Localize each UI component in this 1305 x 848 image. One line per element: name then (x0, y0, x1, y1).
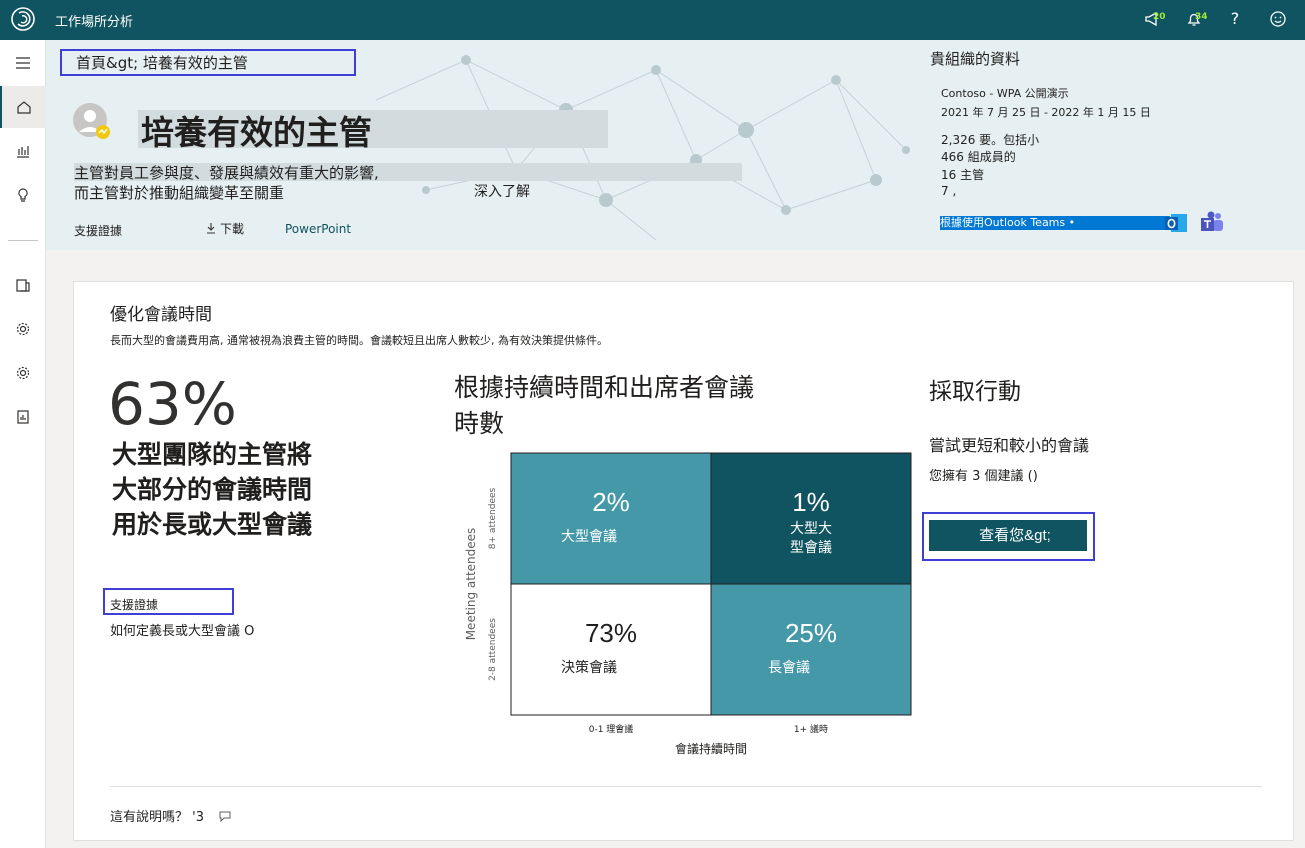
y-tick-label: 8+ attendees (488, 487, 498, 549)
cell-percentage: 2% (592, 487, 630, 517)
cell-label: 大型大 (790, 521, 832, 537)
y-axis-label: Meeting attendees (464, 528, 478, 641)
org-stat-3: 16 主管 (941, 168, 985, 182)
key-metric-percentage: 63% (108, 370, 237, 438)
x-tick-label: 0-1 理會議 (589, 723, 634, 735)
x-axis-label: 會議持續時間 (675, 741, 747, 756)
heatmap-cell (510, 583, 712, 716)
heatmap-cell (710, 583, 912, 716)
data-source-note: 根據使用Outlook Teams • (940, 216, 1170, 230)
org-stat-1: 2,326 要。包括小 (941, 133, 1040, 147)
org-date-range: 2021 年 7 月 25 日 - 2022 年 1 月 15 日 (941, 106, 1151, 119)
cell-percentage: 73% (585, 618, 637, 648)
cell-percentage: 1% (792, 487, 830, 517)
org-stat-4: 7 , (941, 184, 957, 198)
learn-more-link[interactable]: 深入了解 (474, 181, 530, 201)
action-title: 採取行動 (929, 379, 1021, 405)
view-recommendations-button[interactable]: 查看您&gt; (929, 520, 1087, 551)
meeting-hours-heatmap: 2% 大型會議 1% 大型大型會議 73% 決策會議 25% 長會議 0-1 理會議 1+ 議時 8… (464, 452, 912, 756)
cell-label: 長會議 (768, 659, 810, 676)
key-metric-description: 大型團隊的主管將大部分的會議時間用於長或大型會議 (112, 440, 313, 539)
settings-gear-icon[interactable] (0, 308, 46, 350)
breadcrumb[interactable]: 首頁&gt; 培養有效的主管 (76, 52, 248, 73)
bell-icon[interactable]: 34 (1183, 8, 1208, 30)
hero-banner: 首頁&gt; 培養有效的主管 培養有效的主管 主管對員工參與度、發展與績效有重大… (46, 40, 1305, 250)
supporting-evidence-link[interactable]: 支援證據 (74, 222, 122, 239)
help-icon[interactable]: ? (1224, 8, 1246, 30)
page-title: 培養有效的主管 (141, 113, 372, 152)
bell-badge: 34 (1195, 12, 1208, 22)
feedback-prompt[interactable]: 這有說明嗎？ '3 (110, 806, 232, 825)
org-name: Contoso - WPA 公開演示 (941, 87, 1069, 100)
megaphone-badge: 20 (1153, 12, 1166, 22)
manager-avatar-icon (73, 103, 110, 139)
org-data-title: 貴組織的資料 (930, 50, 1021, 68)
admin-gear-icon[interactable] (0, 352, 46, 394)
download-label: 下載 (220, 222, 245, 236)
megaphone-icon[interactable]: 20 (1141, 8, 1166, 30)
powerpoint-link[interactable]: PowerPoint (285, 222, 351, 236)
comment-icon[interactable] (218, 810, 232, 823)
x-tick-label: 1+ 議時 (794, 723, 828, 735)
recommendation-count: 您擁有 3 個建議 () (929, 469, 1038, 484)
download-link[interactable]: 下載 (206, 220, 244, 237)
rail-divider (8, 240, 38, 241)
reports-icon[interactable] (0, 264, 46, 306)
hamburger-menu-icon[interactable] (0, 42, 46, 84)
definition-link[interactable]: 如何定義長或大型會議 O (110, 620, 254, 639)
heatmap-cell (710, 452, 912, 585)
card-subtitle: 長而大型的會議費用高, 通常被視為浪費主管的時間。會議較短且出席人數較少, 為有… (110, 334, 608, 347)
hero-description-line2: 而主管對於推動組織變革至關重 (74, 184, 285, 202)
insight-card: 優化會議時間 長而大型的會議費用高, 通常被視為浪費主管的時間。會議較短且出席人… (73, 281, 1294, 841)
cell-label: 決策會議 (561, 659, 617, 676)
left-nav-rail (0, 40, 46, 848)
outlook-icon (1165, 214, 1187, 232)
hero-description-line1: 主管對員工參與度、發展與績效有重大的影響, (74, 164, 379, 182)
home-icon[interactable] (0, 86, 46, 128)
card-divider (110, 786, 1262, 787)
feedback-prompt-label: 這有說明嗎？ '3 (110, 810, 204, 825)
top-bar: 工作場所分析 20 34 ? (0, 0, 1305, 40)
cell-percentage: 25% (785, 618, 837, 648)
card-title: 優化會議時間 (110, 305, 212, 325)
card-evidence-link[interactable]: 支援證據 (110, 596, 158, 613)
app-logo-icon[interactable] (10, 6, 36, 32)
org-stat-2: 466 組成員的 (941, 150, 1016, 164)
cell-label: 大型會議 (561, 528, 617, 545)
chart-title: 根據持續時間和出席者會議時數 (454, 373, 755, 438)
app-title: 工作場所分析 (55, 15, 134, 30)
data-report-icon[interactable] (0, 396, 46, 438)
lightbulb-icon[interactable] (0, 174, 46, 216)
download-icon (207, 223, 215, 234)
cell-label: 型會議 (790, 539, 832, 556)
teams-icon (1201, 211, 1223, 231)
y-tick-label: 2-8 attendees (488, 618, 498, 681)
analytics-icon[interactable] (0, 130, 46, 172)
heatmap-cell (510, 452, 712, 585)
action-subtitle: 嘗試更短和較小的會議 (929, 436, 1090, 455)
smiley-feedback-icon[interactable] (1267, 8, 1289, 30)
